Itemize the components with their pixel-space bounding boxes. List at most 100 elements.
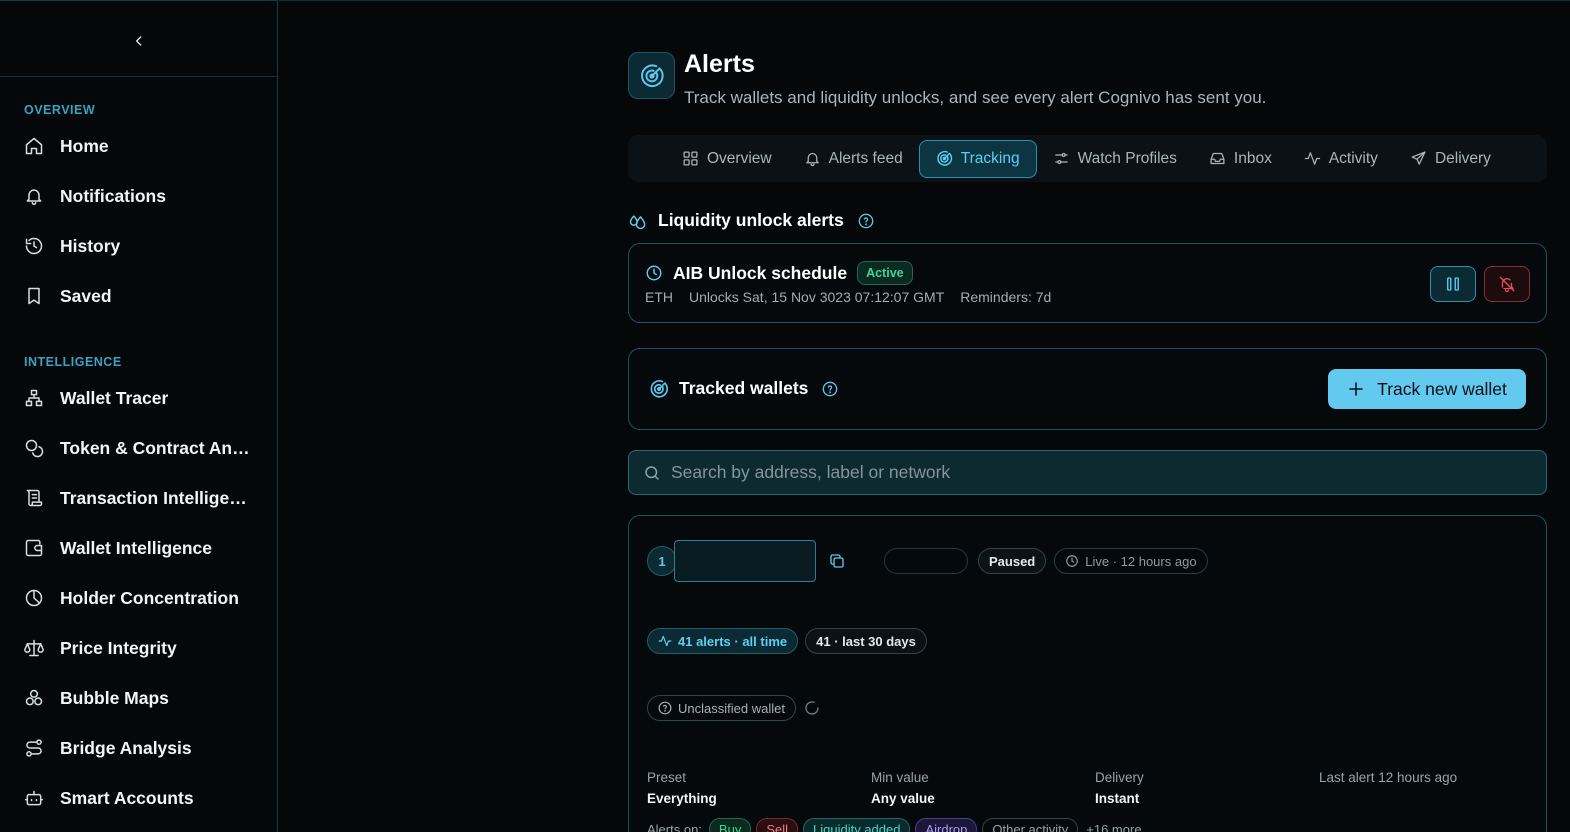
alerts-all-text: 41 alerts · all time <box>678 633 788 649</box>
tab-bar: Overview Alerts feed Tracking Watch Prof… <box>628 135 1547 182</box>
setting-preset: Preset Everything <box>647 770 871 806</box>
unlock-schedule-title: AIB Unlock schedule Active <box>645 261 913 285</box>
radar-icon <box>649 379 669 399</box>
scroll-icon <box>24 488 44 508</box>
tracked-wallets-title: Tracked wallets <box>649 378 838 399</box>
page-header: Alerts Track wallets and liquidity unloc… <box>628 50 1266 108</box>
sidebar-list-overview: Home Notifications History Saved <box>0 121 277 321</box>
bot-icon <box>24 788 44 808</box>
sidebar-item-wallet-intelligence[interactable]: Wallet Intelligence <box>0 523 277 573</box>
tab-label: Delivery <box>1434 149 1491 167</box>
wallet-index: 1 <box>647 546 677 576</box>
route-icon <box>24 738 44 758</box>
status-badge: Paused <box>978 548 1047 574</box>
pause-button[interactable] <box>1430 266 1476 302</box>
sidebar-item-smart-accounts[interactable]: Smart Accounts <box>0 773 277 823</box>
setting-value: Everything <box>647 791 717 806</box>
page-title: Alerts <box>684 50 755 78</box>
sidebar-item-notifications[interactable]: Notifications <box>0 171 277 221</box>
search-bar <box>628 450 1547 495</box>
tab-label: Tracking <box>960 149 1020 167</box>
tab-alerts-feed[interactable]: Alerts feed <box>788 140 919 178</box>
sidebar-item-wallet-tracer[interactable]: Wallet Tracer <box>0 373 277 423</box>
tab-watch-profiles[interactable]: Watch Profiles <box>1037 140 1193 178</box>
sidebar-item-history[interactable]: History <box>0 221 277 271</box>
app-root: OVERVIEW Home Notifications History Save… <box>0 0 1570 832</box>
alerts-all-time-pill[interactable]: 41 alerts · all time <box>647 628 799 654</box>
alerts-last-30-pill: 41 · last 30 days <box>805 628 927 654</box>
tab-activity[interactable]: Activity <box>1288 140 1394 178</box>
setting-min-value: Min value Any value <box>871 770 1095 806</box>
setting-last-alert: Last alert 12 hours ago <box>1319 770 1543 806</box>
sidebar-item-label: Saved <box>60 285 112 306</box>
bubbles-icon <box>24 688 44 708</box>
clock-icon <box>645 264 663 282</box>
tag-buy: Buy <box>708 818 752 832</box>
sidebar-item-label: Transaction Intelligence <box>60 487 255 508</box>
pause-icon <box>1444 275 1462 293</box>
sidebar-section-intelligence: INTELLIGENCE <box>24 355 122 369</box>
setting-value: Any value <box>871 791 935 806</box>
sidebar-item-label: Home <box>60 135 109 156</box>
loading-spinner-icon <box>804 700 820 716</box>
sidebar-item-saved[interactable]: Saved <box>0 271 277 321</box>
setting-value: Instant <box>1095 791 1140 806</box>
tab-overview[interactable]: Overview <box>666 140 788 178</box>
button-label: Track new wallet <box>1377 378 1507 399</box>
tab-label: Overview <box>707 149 772 167</box>
sidebar-item-bridge-analysis[interactable]: Bridge Analysis <box>0 723 277 773</box>
help-icon[interactable] <box>822 381 838 397</box>
tab-label: Alerts feed <box>828 149 903 167</box>
sidebar-item-label: Wallet Intelligence <box>60 537 213 558</box>
tag-airdrop: Airdrop <box>915 818 978 832</box>
copy-icon[interactable] <box>828 552 846 570</box>
network-icon <box>24 388 44 408</box>
sidebar-item-label: Price Integrity <box>60 637 177 658</box>
track-new-wallet-button[interactable]: Track new wallet <box>1328 369 1526 409</box>
sidebar-section-overview: OVERVIEW <box>24 103 96 117</box>
scale-icon <box>24 638 44 658</box>
help-icon[interactable] <box>858 213 874 229</box>
sliders-icon <box>1053 150 1070 167</box>
home-icon <box>24 136 44 156</box>
radar-icon <box>628 52 675 99</box>
search-input[interactable] <box>671 462 1471 483</box>
sidebar-item-price-integrity[interactable]: Price Integrity <box>0 623 277 673</box>
inbox-icon <box>1209 150 1226 167</box>
alerts-on-row: Alerts on: Buy Sell Liquidity added Aird… <box>647 818 1142 832</box>
sidebar-item-home[interactable]: Home <box>0 121 277 171</box>
sidebar-list-intelligence: Wallet Tracer Token & Contract Analysis … <box>0 373 277 823</box>
sidebar-item-label: Holder Concentration <box>60 587 239 608</box>
clock-icon <box>1065 554 1079 568</box>
liquidity-section-title: Liquidity unlock alerts <box>628 210 874 231</box>
wallet-icon <box>24 538 44 558</box>
chevron-left-icon[interactable] <box>129 31 149 51</box>
schedule-reminders: Reminders: 7d <box>960 289 1052 305</box>
plus-icon <box>1347 380 1365 398</box>
search-icon <box>643 464 661 482</box>
wallet-classification-row: Unclassified wallet <box>647 695 820 721</box>
schedule-name: AIB Unlock schedule <box>673 262 848 283</box>
pie-chart-icon <box>24 588 44 608</box>
setting-key: Delivery <box>1095 770 1144 785</box>
bell-icon <box>24 186 44 206</box>
tab-tracking[interactable]: Tracking <box>918 139 1037 178</box>
sidebar-item-holder-concentration[interactable]: Holder Concentration <box>0 573 277 623</box>
alerts-on-label: Alerts on: <box>647 821 702 832</box>
tab-delivery[interactable]: Delivery <box>1394 140 1507 178</box>
wallet-label-field[interactable] <box>674 540 816 582</box>
sidebar-item-bubble-maps[interactable]: Bubble Maps <box>0 673 277 723</box>
radar-icon <box>936 150 953 167</box>
sidebar-item-token-contract[interactable]: Token & Contract Analysis <box>0 423 277 473</box>
sidebar-item-label: Smart Accounts <box>60 787 194 808</box>
tag-sell: Sell <box>756 818 799 832</box>
more-tags-link[interactable]: +16 more <box>1086 822 1141 832</box>
mute-button[interactable] <box>1484 266 1530 302</box>
schedule-meta: ETH Unlocks Sat, 15 Nov 3023 07:12:07 GM… <box>645 289 1051 305</box>
tab-label: Activity <box>1328 149 1378 167</box>
schedule-chain: ETH <box>645 289 673 305</box>
activity-icon <box>658 634 672 648</box>
history-icon <box>24 236 44 256</box>
tab-inbox[interactable]: Inbox <box>1193 140 1288 178</box>
sidebar-item-transaction-intelligence[interactable]: Transaction Intelligence <box>0 473 277 523</box>
